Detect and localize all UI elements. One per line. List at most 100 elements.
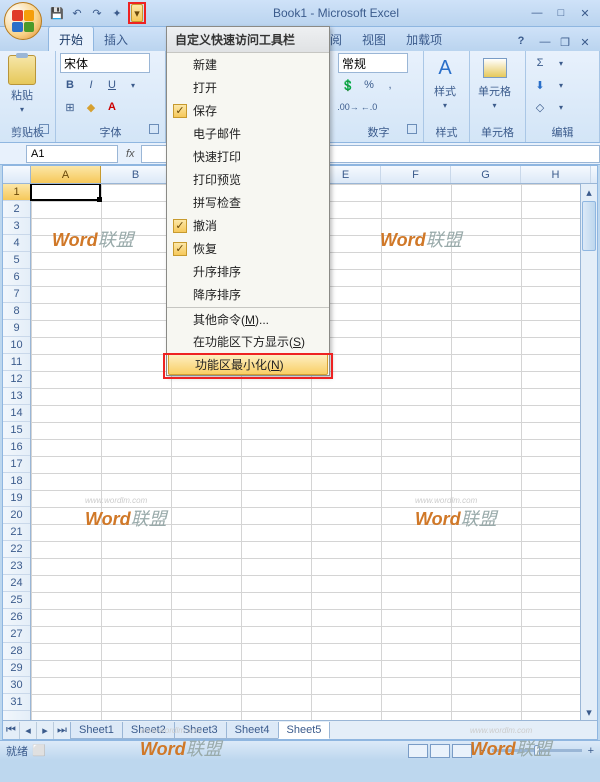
decrease-decimal-button[interactable]: ←.0 <box>359 97 379 117</box>
menu-item[interactable]: ✓恢复 <box>167 237 329 260</box>
menu-show-below-ribbon[interactable]: 在功能区下方显示(S) <box>167 330 329 353</box>
column-header[interactable]: H <box>521 166 591 183</box>
menu-item[interactable]: 电子邮件 <box>167 122 329 145</box>
mdi-close-button[interactable]: ✕ <box>576 35 594 49</box>
undo-icon[interactable]: ↶ <box>68 4 86 22</box>
tools-icon[interactable]: ✦ <box>108 4 126 22</box>
paste-button[interactable]: 粘贴▾ <box>4 53 40 116</box>
menu-item[interactable]: 升序排序 <box>167 260 329 283</box>
fill-button[interactable]: ⬇ <box>530 75 550 95</box>
autosum-button[interactable]: Σ <box>530 53 550 73</box>
fill-color-button[interactable]: ◆ <box>81 97 101 117</box>
row-header[interactable]: 11 <box>3 354 30 371</box>
clipboard-dialog-launcher[interactable] <box>39 124 49 134</box>
vertical-scrollbar[interactable]: ▴ ▾ <box>580 184 597 720</box>
border-button[interactable]: ⊞ <box>60 97 80 117</box>
menu-item[interactable]: 新建 <box>167 53 329 76</box>
sheet-nav-last[interactable]: ⏭ <box>54 722 71 739</box>
page-break-view-button[interactable] <box>452 744 472 758</box>
menu-item[interactable]: ✓撤消 <box>167 214 329 237</box>
cells-button[interactable]: 单元格▾ <box>474 53 515 112</box>
horizontal-scrollbar[interactable] <box>334 722 597 738</box>
row-header[interactable]: 24 <box>3 575 30 592</box>
currency-button[interactable]: 💲 <box>338 75 358 95</box>
tab-addins[interactable]: 加载项 <box>396 27 452 51</box>
zoom-in-button[interactable]: + <box>588 745 594 757</box>
scroll-thumb[interactable] <box>582 201 596 251</box>
column-header[interactable]: G <box>451 166 521 183</box>
row-header[interactable]: 14 <box>3 405 30 422</box>
sheet-nav-first[interactable]: ⏮ <box>3 722 20 739</box>
row-header[interactable]: 26 <box>3 609 30 626</box>
row-header[interactable]: 19 <box>3 490 30 507</box>
close-window-button[interactable]: ✕ <box>574 5 596 21</box>
fx-button[interactable]: fx <box>120 148 141 160</box>
row-header[interactable]: 30 <box>3 677 30 694</box>
row-header[interactable]: 21 <box>3 524 30 541</box>
number-format-combo[interactable]: 常规 <box>338 53 408 73</box>
sheet-tab[interactable]: Sheet4 <box>226 722 279 739</box>
menu-item[interactable]: 打印预览 <box>167 168 329 191</box>
column-header[interactable]: B <box>101 166 171 183</box>
normal-view-button[interactable] <box>408 744 428 758</box>
customize-qat-dropdown[interactable]: ▾ <box>131 4 143 22</box>
menu-item[interactable]: ✓保存 <box>167 99 329 122</box>
row-header[interactable]: 16 <box>3 439 30 456</box>
row-header[interactable]: 5 <box>3 252 30 269</box>
row-header[interactable]: 29 <box>3 660 30 677</box>
sheet-nav-prev[interactable]: ◂ <box>20 722 37 739</box>
row-header[interactable]: 4 <box>3 235 30 252</box>
sheet-tab[interactable]: Sheet1 <box>70 722 123 739</box>
row-header[interactable]: 13 <box>3 388 30 405</box>
bold-button[interactable]: B <box>60 75 80 95</box>
sheet-tab[interactable]: Sheet5 <box>278 722 331 739</box>
zoom-out-button[interactable]: − <box>479 745 485 757</box>
tab-view[interactable]: 视图 <box>352 27 396 51</box>
italic-button[interactable]: I <box>81 75 101 95</box>
styles-button[interactable]: A样式▾ <box>428 53 462 112</box>
font-name-combo[interactable]: 宋体 <box>60 53 150 73</box>
row-header[interactable]: 17 <box>3 456 30 473</box>
row-header[interactable]: 12 <box>3 371 30 388</box>
menu-item[interactable]: 快速打印 <box>167 145 329 168</box>
row-header[interactable]: 18 <box>3 473 30 490</box>
comma-button[interactable]: , <box>380 75 400 95</box>
sheet-tab[interactable]: Sheet2 <box>122 722 175 739</box>
save-icon[interactable]: 💾 <box>48 4 66 22</box>
row-header[interactable]: 31 <box>3 694 30 711</box>
percent-button[interactable]: % <box>359 75 379 95</box>
menu-item[interactable]: 降序排序 <box>167 283 329 306</box>
sheet-tab[interactable]: Sheet3 <box>174 722 227 739</box>
column-header[interactable]: F <box>381 166 451 183</box>
menu-item[interactable]: 拼写检查 <box>167 191 329 214</box>
zoom-slider[interactable] <box>492 749 582 752</box>
row-header[interactable]: 3 <box>3 218 30 235</box>
name-box[interactable]: A1 <box>26 145 118 163</box>
font-color-button[interactable]: A <box>102 97 122 117</box>
help-icon[interactable]: ? <box>512 35 530 49</box>
mdi-minimize-button[interactable]: — <box>536 35 554 49</box>
increase-decimal-button[interactable]: .00→ <box>338 97 358 117</box>
row-header[interactable]: 9 <box>3 320 30 337</box>
scroll-up-arrow[interactable]: ▴ <box>581 184 597 200</box>
row-header[interactable]: 15 <box>3 422 30 439</box>
row-header[interactable]: 1 <box>3 184 30 201</box>
row-header[interactable]: 25 <box>3 592 30 609</box>
maximize-window-button[interactable]: □ <box>550 5 572 21</box>
row-header[interactable]: 28 <box>3 643 30 660</box>
tab-home[interactable]: 开始 <box>48 26 94 51</box>
row-header[interactable]: 27 <box>3 626 30 643</box>
row-header[interactable]: 20 <box>3 507 30 524</box>
menu-minimize-ribbon[interactable]: 功能区最小化(N) <box>168 353 328 375</box>
underline-button[interactable]: U <box>102 75 122 95</box>
row-header[interactable]: 2 <box>3 201 30 218</box>
office-button[interactable] <box>4 2 42 40</box>
select-all-corner[interactable] <box>3 166 31 183</box>
menu-item[interactable]: 打开 <box>167 76 329 99</box>
sheet-nav-next[interactable]: ▸ <box>37 722 54 739</box>
number-dialog-launcher[interactable] <box>407 124 417 134</box>
row-header[interactable]: 6 <box>3 269 30 286</box>
menu-more-commands[interactable]: 其他命令(M)... <box>167 307 329 330</box>
minimize-window-button[interactable]: — <box>526 5 548 21</box>
tab-insert[interactable]: 插入 <box>94 27 138 51</box>
